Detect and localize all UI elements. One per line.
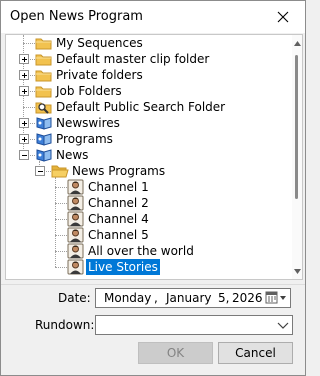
search-folder-icon bbox=[35, 99, 53, 115]
tree-connector bbox=[23, 107, 35, 108]
tree-item[interactable]: Channel 2 bbox=[6, 195, 292, 211]
folder-icon bbox=[35, 83, 53, 99]
tree-item[interactable]: Job Folders bbox=[6, 83, 292, 99]
tree-item[interactable]: Default Public Search Folder bbox=[6, 99, 292, 115]
tree-item-label: Channel 4 bbox=[88, 212, 149, 226]
folder-open-icon bbox=[51, 163, 69, 179]
newswire-icon bbox=[35, 147, 53, 163]
program-icon bbox=[67, 243, 85, 259]
tree-connector bbox=[55, 187, 67, 188]
ok-button[interactable]: OK bbox=[138, 342, 213, 364]
folder-icon bbox=[35, 35, 53, 51]
newswire-icon bbox=[35, 115, 53, 131]
calendar-icon bbox=[265, 291, 286, 304]
program-icon bbox=[67, 259, 85, 275]
tree-item[interactable]: Programs bbox=[6, 131, 292, 147]
tree-item[interactable]: Newswires bbox=[6, 115, 292, 131]
tree-item-label: My Sequences bbox=[56, 36, 143, 50]
date-label: Date: bbox=[58, 291, 91, 305]
date-weekday: Monday bbox=[104, 291, 152, 305]
close-icon bbox=[277, 11, 289, 23]
scroll-down-arrow[interactable] bbox=[293, 265, 301, 277]
tree-item-label: Job Folders bbox=[56, 84, 122, 98]
window-title: Open News Program bbox=[10, 9, 143, 24]
tree-item-label: Live Stories bbox=[86, 259, 160, 275]
folder-tree[interactable]: My Sequences Default master clip folder Pr… bbox=[5, 34, 303, 280]
rundown-label: Rundown: bbox=[35, 318, 95, 332]
tree-connector bbox=[55, 267, 67, 268]
tree-item[interactable]: News Programs bbox=[6, 163, 292, 179]
tree-item-label: Channel 2 bbox=[88, 196, 149, 210]
tree-item-label: Default Public Search Folder bbox=[56, 100, 226, 114]
tree-item[interactable]: My Sequences bbox=[6, 35, 292, 51]
expand-icon[interactable] bbox=[19, 70, 29, 80]
tree-connector bbox=[55, 203, 67, 204]
date-day: 5, bbox=[218, 291, 230, 305]
tree-item[interactable]: Channel 1 bbox=[6, 179, 292, 195]
tree-item[interactable]: Private folders bbox=[6, 67, 292, 83]
chevron-down-icon bbox=[277, 322, 289, 329]
rundown-dropdown-button[interactable] bbox=[277, 320, 289, 330]
date-picker[interactable]: Monday , January 5, 2026 bbox=[95, 288, 291, 308]
scroll-up-arrow[interactable] bbox=[293, 37, 301, 49]
program-icon bbox=[67, 211, 85, 227]
tree-connector bbox=[55, 235, 67, 236]
close-button[interactable] bbox=[261, 1, 305, 33]
program-icon bbox=[67, 195, 85, 211]
tree-item-label: Programs bbox=[56, 132, 113, 146]
date-year: 2026 bbox=[232, 291, 263, 305]
collapse-icon[interactable] bbox=[35, 166, 45, 176]
tree-item-label: Private folders bbox=[56, 68, 143, 82]
tree-connector bbox=[23, 43, 35, 44]
scroll-down-icon bbox=[293, 268, 301, 274]
scroll-thumb[interactable] bbox=[295, 55, 298, 199]
tree-item-label: Default master clip folder bbox=[56, 52, 210, 66]
program-icon bbox=[67, 179, 85, 195]
folder-icon bbox=[35, 67, 53, 83]
separator bbox=[1, 284, 305, 285]
expand-icon[interactable] bbox=[19, 54, 29, 64]
tree-item-label: News Programs bbox=[72, 164, 166, 178]
tree-item-label: News bbox=[56, 148, 89, 162]
tree-item[interactable]: Live Stories bbox=[6, 259, 292, 275]
expand-icon[interactable] bbox=[19, 134, 29, 144]
tree-connector bbox=[55, 219, 67, 220]
tree-item[interactable]: Channel 5 bbox=[6, 227, 292, 243]
expand-icon[interactable] bbox=[19, 118, 29, 128]
calendar-dropdown-button[interactable] bbox=[265, 291, 287, 305]
collapse-icon[interactable] bbox=[19, 150, 29, 160]
tree-item[interactable]: News bbox=[6, 147, 292, 163]
tree-item-label: Newswires bbox=[56, 116, 120, 130]
cancel-button[interactable]: Cancel bbox=[218, 342, 293, 364]
newswire-icon bbox=[35, 131, 53, 147]
tree-item-label: All over the world bbox=[88, 244, 194, 258]
expand-icon[interactable] bbox=[19, 86, 29, 96]
program-icon bbox=[67, 227, 85, 243]
rundown-combobox[interactable] bbox=[95, 315, 293, 335]
tree-item[interactable]: All over the world bbox=[6, 243, 292, 259]
title-bar: Open News Program bbox=[1, 1, 305, 33]
folder-icon bbox=[35, 51, 53, 67]
tree-connector bbox=[55, 251, 67, 252]
scroll-up-icon bbox=[293, 40, 301, 46]
tree-item-label: Channel 5 bbox=[88, 228, 149, 242]
date-month: January bbox=[166, 291, 212, 305]
open-news-program-dialog: Open News Program My Sequences Default ma… bbox=[0, 0, 306, 376]
tree-item[interactable]: Channel 4 bbox=[6, 211, 292, 227]
date-separator: , bbox=[154, 291, 158, 305]
tree-vertical-scrollbar[interactable] bbox=[292, 35, 302, 279]
tree-item-label: Channel 1 bbox=[88, 180, 149, 194]
tree-item[interactable]: Default master clip folder bbox=[6, 51, 292, 67]
